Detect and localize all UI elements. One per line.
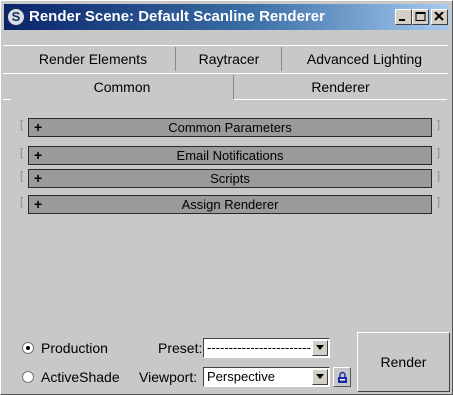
lock-icon [338,371,347,383]
render-button[interactable]: Render [357,332,450,392]
preset-dropdown[interactable]: -------------------------- [203,338,330,358]
production-radio[interactable] [22,342,34,354]
close-icon [434,12,444,21]
dropdown-arrow-icon [316,374,324,379]
minimize-icon [399,19,405,21]
tab-common[interactable]: Common [11,75,234,99]
tab-renderer[interactable]: Renderer [235,75,446,99]
title-bar[interactable]: S Render Scene: Default Scanline Rendere… [4,4,449,30]
maximize-button[interactable] [412,9,429,25]
rollout-label: Email Notifications [176,148,284,163]
rollout-label: Scripts [210,171,250,186]
rollout-label: Common Parameters [168,120,292,135]
close-button[interactable] [431,9,448,25]
preset-label: Preset: [158,340,203,356]
minimize-button[interactable] [395,9,412,25]
tab-raytracer[interactable]: Raytracer [177,47,282,71]
window-title: Render Scene: Default Scanline Renderer [29,8,325,25]
rollout-label: Assign Renderer [181,197,279,212]
production-label[interactable]: Production [41,340,108,356]
rollout-assign-renderer[interactable]: + Assign Renderer [28,195,432,214]
activeshade-label[interactable]: ActiveShade [41,369,120,385]
viewport-dropdown[interactable]: Perspective [203,367,330,387]
render-controls: Production ActiveShade Preset: ---------… [3,326,451,394]
rollout-email-notifications[interactable]: + Email Notifications [28,146,432,165]
render-scene-window: S Render Scene: Default Scanline Rendere… [0,0,453,395]
tab-advanced-lighting[interactable]: Advanced Lighting [283,47,446,71]
tab-render-elements[interactable]: Render Elements [11,47,176,71]
app-icon[interactable]: S [7,8,25,26]
activeshade-radio[interactable] [22,371,34,383]
rollout-common-parameters[interactable]: + Common Parameters [28,118,432,137]
rollout-scripts[interactable]: + Scripts [28,169,432,188]
lock-viewport-button[interactable] [333,367,351,387]
maximize-icon [415,12,426,21]
dropdown-arrow-icon [316,345,324,350]
viewport-label: Viewport: [139,369,198,385]
